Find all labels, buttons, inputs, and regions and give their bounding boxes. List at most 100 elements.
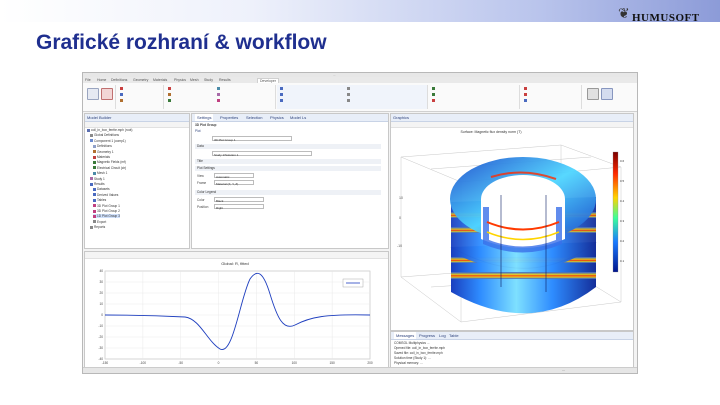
ribbon-group-definitions <box>117 85 164 109</box>
ribbon-item[interactable] <box>524 87 578 90</box>
component-icon[interactable] <box>101 88 113 100</box>
ribbon-item[interactable] <box>432 87 516 90</box>
tree-item[interactable]: Mesh 1 <box>93 171 107 175</box>
x-tick-label: 150 <box>329 361 335 365</box>
label-field[interactable]: 3D Plot Group 1 <box>212 136 292 142</box>
windows-icon[interactable] <box>587 88 599 100</box>
reset-desktop-icon[interactable] <box>601 88 613 100</box>
ribbon-item[interactable] <box>168 93 212 96</box>
tab-table[interactable]: Table <box>449 332 459 339</box>
definitions-icon <box>93 144 96 148</box>
tree-item[interactable]: Global Definitions <box>90 133 119 137</box>
graphics-canvas[interactable]: Surface: Magnetic flux density norm (T) … <box>391 127 633 329</box>
tab-study[interactable]: Study <box>204 78 213 82</box>
ribbon-item[interactable] <box>168 87 212 90</box>
tree-item[interactable]: Datasets <box>93 187 110 191</box>
tree-item[interactable]: Magnetic Fields (mf) <box>93 160 126 164</box>
tab-mesh[interactable]: Mesh <box>190 78 199 82</box>
view-select[interactable]: Automatic <box>214 173 254 179</box>
settings-panel: Settings Properties Selection Physics Mo… <box>191 113 389 249</box>
tab-properties[interactable]: Properties <box>220 114 238 121</box>
colorbar-tick: 0.6 <box>620 159 625 163</box>
ribbon-item[interactable] <box>120 93 162 96</box>
y-tick-label: -10 <box>98 324 103 328</box>
ribbon-item[interactable] <box>432 93 516 96</box>
tree-item[interactable]: Reports <box>90 225 105 229</box>
ribbon-item[interactable] <box>347 93 421 96</box>
ribbon-group-methods <box>277 85 428 109</box>
title-section[interactable]: Title <box>195 159 381 164</box>
tab-settings[interactable]: Settings <box>195 114 214 121</box>
tab-definitions[interactable]: Definitions <box>111 78 127 82</box>
ribbon-item[interactable] <box>524 99 578 102</box>
ribbon-item[interactable] <box>168 99 212 102</box>
ribbon-item[interactable] <box>217 87 271 90</box>
ribbon-item[interactable] <box>280 93 344 96</box>
application-builder-icon[interactable] <box>87 88 99 100</box>
tab-messages[interactable]: Messages <box>394 332 417 339</box>
tree-item[interactable]: Export <box>93 220 106 224</box>
tab-progress[interactable]: Progress <box>419 332 435 339</box>
tree-item[interactable]: 1D Plot Group 3 <box>93 214 120 219</box>
ribbon-item[interactable] <box>217 93 271 96</box>
tree-item[interactable]: Tables <box>93 198 106 202</box>
ribbon-item[interactable] <box>280 99 344 102</box>
plot-button[interactable]: Plot <box>195 129 201 133</box>
plot-settings-section[interactable]: Plot Settings <box>195 166 381 171</box>
tab-physics[interactable]: Physics <box>174 78 186 82</box>
tree-item[interactable]: Results <box>90 182 105 186</box>
ribbon-item[interactable] <box>524 93 578 96</box>
x-tick-label: -100 <box>140 361 147 365</box>
tree-item[interactable]: Materials <box>93 155 110 159</box>
ribbon-item[interactable] <box>217 99 271 102</box>
tab-selection[interactable]: Selection <box>246 114 262 121</box>
tree-item[interactable]: Definitions <box>93 144 112 148</box>
position-select[interactable]: Right <box>214 204 264 210</box>
y-tick-label: -30 <box>98 346 103 350</box>
tab-physics-settings[interactable]: Physics <box>270 114 284 121</box>
tab-file[interactable]: File <box>85 78 91 82</box>
plot-1d[interactable]: Global: R, fitted 403020100-10-20-30-40-… <box>85 259 388 370</box>
ribbon-item[interactable] <box>120 87 162 90</box>
tab-geometry[interactable]: Geometry <box>133 78 148 82</box>
ribbon-item[interactable] <box>347 87 421 90</box>
colorbar-tick: 0.2 <box>620 239 625 243</box>
tree-item[interactable]: 3D Plot Group 2 <box>93 209 120 213</box>
comsol-window: ... File Home Definitions Geometry Mater… <box>82 72 638 374</box>
color-select[interactable]: Black <box>214 197 264 203</box>
tab-log[interactable]: Log <box>439 332 446 339</box>
tree-item[interactable]: 3D Plot Group 1 <box>93 204 120 208</box>
ribbon-group-geometry <box>165 85 276 109</box>
ribbon-item[interactable] <box>347 99 421 102</box>
data-section[interactable]: Data <box>195 144 381 149</box>
plot1d-icon <box>93 215 96 219</box>
x-tick-label: 100 <box>292 361 298 365</box>
axis-tick: 0 <box>399 216 401 220</box>
dataset-select[interactable]: Study 1/Solution 1 <box>212 151 312 157</box>
tab-materials[interactable]: Materials <box>153 78 167 82</box>
tree-item[interactable]: Component 1 (comp1) <box>90 139 126 143</box>
tree-item[interactable]: Derived Values <box>93 193 118 197</box>
geometry-icon <box>93 150 96 154</box>
graphics-plot-title: Surface: Magnetic flux density norm (T) <box>460 130 521 134</box>
tab-results[interactable]: Results <box>219 78 231 82</box>
messages-panel: Messages Progress Log Table COMSOL Multi… <box>390 331 634 371</box>
ribbon-group-windows <box>583 85 633 109</box>
x-tick-label: 50 <box>255 361 259 365</box>
ribbon-item[interactable] <box>432 99 516 102</box>
colorbar-tick: 0.5 <box>620 179 625 183</box>
y-tick-label: 20 <box>99 291 103 295</box>
coil-3d-model <box>450 157 597 314</box>
tree-item[interactable]: Geometry 1 <box>93 150 114 154</box>
tab-home[interactable]: Home <box>97 78 106 82</box>
color-legend-section[interactable]: Color Legend <box>195 190 381 195</box>
ribbon-item[interactable] <box>280 87 344 90</box>
tree-item[interactable]: Electrical Circuit (cir) <box>93 166 126 170</box>
tree-item[interactable]: coil_in_box_ferrite.mph (root) <box>87 128 132 132</box>
ribbon-item[interactable] <box>120 99 162 102</box>
graphics-header: Graphics <box>391 114 633 122</box>
plot3d-icon <box>93 209 96 213</box>
tab-model-ls[interactable]: Model Ls <box>290 114 306 121</box>
tree-item[interactable]: Study 1 <box>90 177 105 181</box>
frame-select[interactable]: Material (X, Y, Z) <box>214 180 254 186</box>
